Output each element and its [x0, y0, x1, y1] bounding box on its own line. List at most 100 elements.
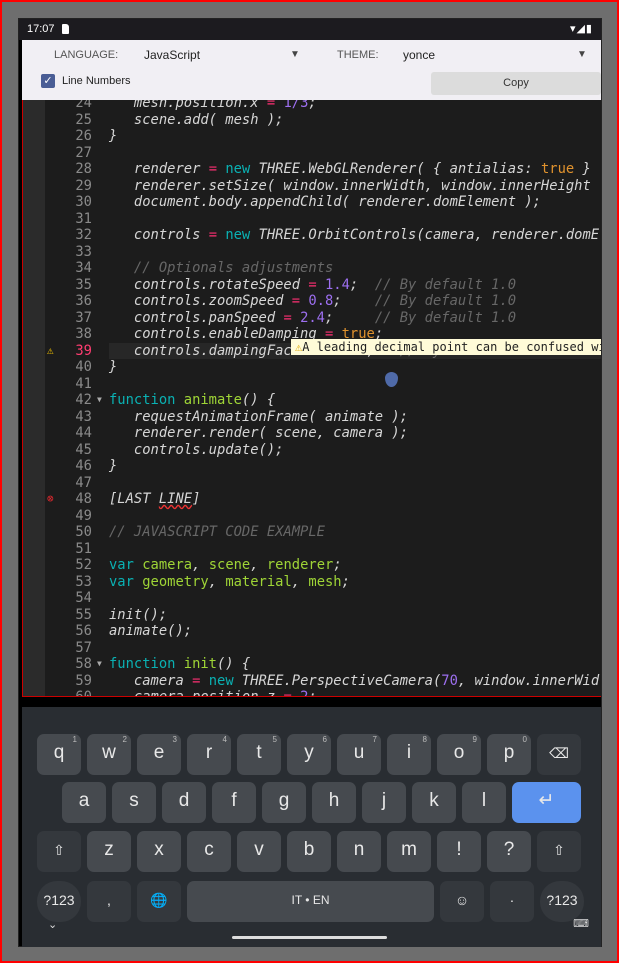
code-token: =	[283, 309, 292, 326]
code-line[interactable]: 29 renderer.setSize( window.innerWidth, …	[23, 178, 601, 195]
code-line[interactable]: 53 var geometry, material, mesh;	[23, 574, 601, 591]
key-c[interactable]: c	[187, 831, 231, 872]
theme-select[interactable]: yonce	[403, 48, 435, 62]
key-?[interactable]: ?	[487, 831, 531, 872]
key-o[interactable]: o9	[437, 734, 481, 775]
key-w[interactable]: w2	[87, 734, 131, 775]
code-token: THREE.OrbitControls(camera, renderer.dom…	[250, 227, 600, 243]
code-line[interactable]: 43 requestAnimationFrame( animate );	[23, 409, 601, 426]
key-t[interactable]: t5	[237, 734, 281, 775]
code-text: camera = new THREE.PerspectiveCamera(70,…	[109, 673, 601, 690]
key-label: ?123	[43, 892, 75, 908]
fold-arrow-icon[interactable]: ▼	[97, 392, 102, 409]
code-line[interactable]: 42 ▼ function animate() {	[23, 392, 601, 409]
code-line[interactable]: 31	[23, 211, 601, 228]
key-u[interactable]: u7	[337, 734, 381, 775]
key-label: y	[304, 742, 314, 763]
key-globe[interactable]: 🌐	[137, 881, 181, 922]
code-line[interactable]: 51	[23, 541, 601, 558]
code-line[interactable]: 27	[23, 145, 601, 162]
code-line[interactable]: 41	[23, 376, 601, 393]
home-gesture-bar[interactable]	[232, 936, 387, 939]
code-line[interactable]: 54	[23, 590, 601, 607]
key-d[interactable]: d	[162, 782, 206, 823]
code-line[interactable]: 58 ▼ function init() {	[23, 656, 601, 673]
code-line[interactable]: 55 init();	[23, 607, 601, 624]
line-numbers-checkbox[interactable]: ✓	[41, 74, 55, 88]
key-a[interactable]: a	[62, 782, 106, 823]
copy-button[interactable]: Copy	[431, 72, 601, 95]
key-x[interactable]: x	[137, 831, 181, 872]
key-e[interactable]: e3	[137, 734, 181, 775]
code-line[interactable]: 47	[23, 475, 601, 492]
code-line[interactable]: 34 // Optionals adjustments	[23, 260, 601, 277]
code-line[interactable]: 36 controls.zoomSpeed = 0.8; // By defau…	[23, 293, 601, 310]
key-symbols[interactable]: ?123	[37, 881, 81, 922]
code-line[interactable]: 60 camera.position.z = 2;	[23, 689, 601, 696]
key-b[interactable]: b	[287, 831, 331, 872]
key-l[interactable]: l	[462, 782, 506, 823]
code-line[interactable]: 32 controls = new THREE.OrbitControls(ca…	[23, 227, 601, 244]
code-line[interactable]: 50 // JAVASCRIPT CODE EXAMPLE	[23, 524, 601, 541]
key-f[interactable]: f	[212, 782, 256, 823]
key-p[interactable]: p0	[487, 734, 531, 775]
key-h[interactable]: h	[312, 782, 356, 823]
code-line[interactable]: 40}	[23, 359, 601, 376]
code-line[interactable]: 28 renderer = new THREE.WebGLRenderer( {…	[23, 161, 601, 178]
code-line[interactable]: 26}	[23, 128, 601, 145]
code-line[interactable]: 56 animate();	[23, 623, 601, 640]
code-line[interactable]: 44 renderer.render( scene, camera );	[23, 425, 601, 442]
code-line[interactable]: 45 controls.update();	[23, 442, 601, 459]
code-line[interactable]: 35 controls.rotateSpeed = 1.4; // By def…	[23, 277, 601, 294]
line-numbers-label[interactable]: Line Numbers	[62, 75, 130, 87]
code-line[interactable]: 33	[23, 244, 601, 261]
key-i[interactable]: i8	[387, 734, 431, 775]
key-comma[interactable]: ,	[87, 881, 131, 922]
error-icon[interactable]: ⊗	[47, 491, 54, 508]
key-z[interactable]: z	[87, 831, 131, 872]
code-line[interactable]: 37 controls.panSpeed = 2.4; // By defaul…	[23, 310, 601, 327]
code-line[interactable]: 49	[23, 508, 601, 525]
key-emoji[interactable]: ☺	[440, 881, 484, 922]
warning-icon[interactable]: ⚠	[47, 343, 54, 360]
language-select[interactable]: JavaScript	[144, 48, 200, 62]
code-text: var camera, scene, renderer;	[109, 557, 601, 574]
key-symbols[interactable]: ?123	[540, 881, 584, 922]
code-line[interactable]: 57	[23, 640, 601, 657]
language-dropdown-icon[interactable]: ▼	[290, 49, 300, 60]
key-k[interactable]: k	[412, 782, 456, 823]
status-time: 17:07	[27, 23, 55, 35]
key-shift[interactable]: ⇧	[537, 831, 581, 872]
key-![interactable]: !	[437, 831, 481, 872]
key-s[interactable]: s	[112, 782, 156, 823]
key-shift[interactable]: ⇧	[37, 831, 81, 872]
fold-arrow-icon[interactable]: ▼	[97, 656, 102, 673]
code-line[interactable]: 30 document.body.appendChild( renderer.d…	[23, 194, 601, 211]
key-n[interactable]: n	[337, 831, 381, 872]
key-period[interactable]: ·	[490, 881, 534, 922]
code-line[interactable]: 59 camera = new THREE.PerspectiveCamera(…	[23, 673, 601, 690]
code-line[interactable]: 46}	[23, 458, 601, 475]
theme-dropdown-icon[interactable]: ▼	[577, 49, 587, 60]
key-backspace[interactable]: ⌫	[537, 734, 581, 775]
key-m[interactable]: m	[387, 831, 431, 872]
key-q[interactable]: q1	[37, 734, 81, 775]
theme-label: THEME:	[337, 49, 379, 61]
key-y[interactable]: y6	[287, 734, 331, 775]
code-line[interactable]: 25 scene.add( mesh );	[23, 112, 601, 129]
keyboard-switch-icon[interactable]: ⌨	[573, 917, 589, 930]
code-line[interactable]: 24 mesh.position.x = 1/3;	[23, 100, 601, 112]
code-token: controls.panSpeed	[109, 309, 284, 326]
code-editor[interactable]: 24 mesh.position.x = 1/3; 25 scene.add( m…	[22, 100, 601, 697]
code-line[interactable]: 52 var camera, scene, renderer;	[23, 557, 601, 574]
key-j[interactable]: j	[362, 782, 406, 823]
key-v[interactable]: v	[237, 831, 281, 872]
code-token: ;	[324, 309, 375, 326]
key-r[interactable]: r4	[187, 734, 231, 775]
key-space[interactable]: IT • EN	[187, 881, 434, 922]
code-line[interactable]: ⊗ 48 [LAST LINE]	[23, 491, 601, 508]
line-number: 24	[75, 100, 92, 111]
key-g[interactable]: g	[262, 782, 306, 823]
key-enter[interactable]: ↵	[512, 782, 581, 823]
hide-keyboard-icon[interactable]: ⌄	[48, 918, 57, 931]
